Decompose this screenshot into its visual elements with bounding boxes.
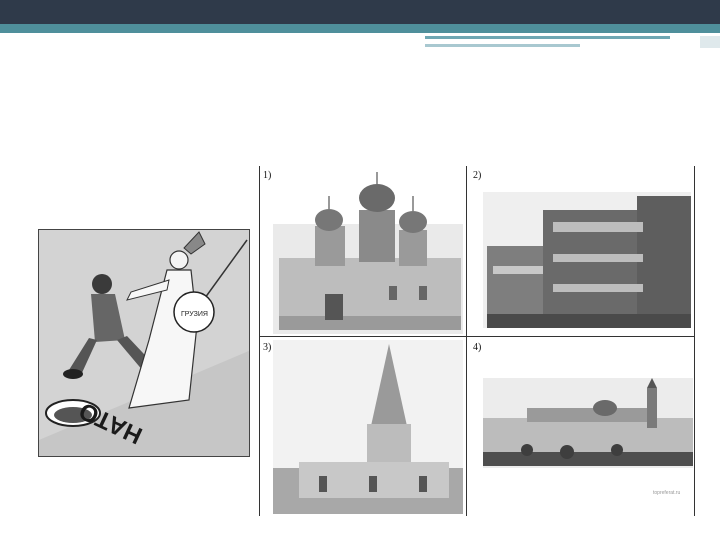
header-bar (0, 0, 720, 24)
cartoon-drawing-icon: ГРУЗИЯ НАТО (39, 230, 249, 456)
political-cartoon: ГРУЗИЯ НАТО (38, 229, 250, 457)
shield-text: ГРУЗИЯ (181, 311, 208, 318)
photo-cell-3: 3) (259, 338, 466, 516)
grid-line-middle (466, 166, 467, 516)
grid-line-horizontal (259, 336, 695, 337)
photo-grid: 1) 2) 3) 4) topreferat.ru (259, 166, 695, 516)
photo-label-2: 2) (473, 170, 482, 181)
accent-block (700, 36, 720, 48)
photo-label-3: 3) (263, 342, 272, 353)
church-with-onion-domes-icon (273, 172, 463, 334)
grid-line-left (259, 166, 260, 516)
image-credit: topreferat.ru (653, 490, 681, 496)
photo-label-4: 4) (473, 342, 482, 353)
photo-cell-4: 4) topreferat.ru (467, 338, 695, 516)
photo-label-1: 1) (263, 170, 272, 181)
tent-roof-church-icon (273, 340, 463, 514)
photo-cell-2: 2) (467, 166, 695, 336)
header-accent-bar (0, 24, 720, 33)
accent-line-1 (425, 36, 670, 39)
grid-line-right (694, 166, 695, 516)
modernist-building-icon (483, 192, 691, 328)
photo-cell-1: 1) (259, 166, 466, 336)
accent-line-2 (425, 44, 580, 47)
